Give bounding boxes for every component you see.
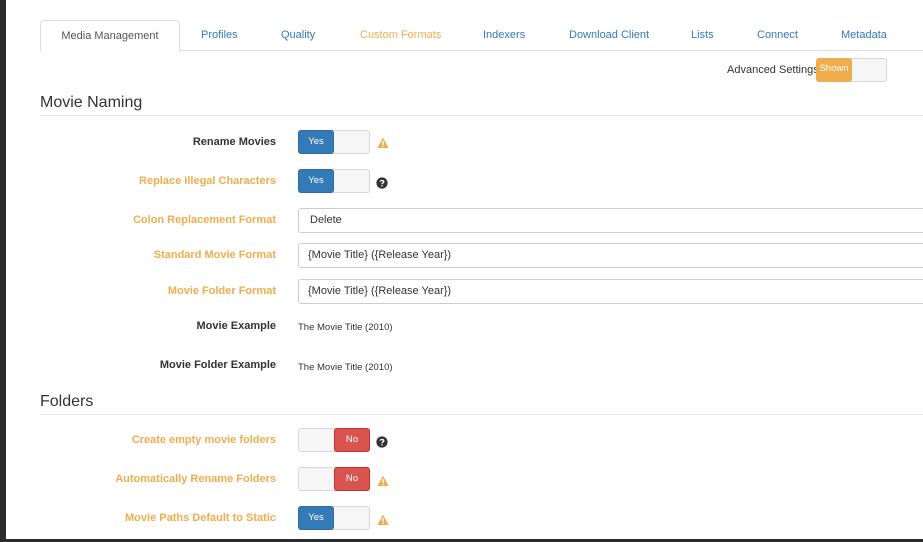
create-empty-folders-label: Create empty movie folders bbox=[131, 434, 276, 446]
movie-example-label: Movie Example bbox=[196, 320, 276, 332]
paths-default-static-label: Movie Paths Default to Static bbox=[125, 512, 276, 524]
section-divider bbox=[40, 115, 923, 116]
paths-default-static-toggle[interactable]: Yes bbox=[298, 506, 370, 530]
section-divider bbox=[40, 414, 923, 415]
tab-custom-formats[interactable]: Custom Formats bbox=[360, 20, 441, 51]
standard-movie-format-input[interactable]: {Movie Title} ({Release Year}) bbox=[298, 243, 923, 268]
tab-profiles[interactable]: Profiles bbox=[201, 20, 238, 51]
warning-icon[interactable] bbox=[377, 514, 389, 526]
section-title-folders: Folders bbox=[40, 393, 94, 410]
tab-quality[interactable]: Quality bbox=[281, 20, 315, 51]
replace-illegal-characters-label: Replace Illegal Characters bbox=[139, 175, 276, 187]
movie-folder-example-label: Movie Folder Example bbox=[159, 359, 276, 371]
advanced-settings-toggle[interactable]: Shown bbox=[816, 58, 887, 82]
warning-icon[interactable] bbox=[377, 137, 389, 149]
create-empty-folders-state: No bbox=[334, 428, 370, 452]
rename-movies-state: Yes bbox=[298, 130, 334, 154]
auto-rename-folders-label: Automatically Rename Folders bbox=[115, 473, 276, 485]
movie-folder-example-value: The Movie Title (2010) bbox=[298, 362, 393, 373]
tab-lists[interactable]: Lists bbox=[691, 20, 714, 51]
rename-movies-label: Rename Movies bbox=[192, 136, 276, 148]
create-empty-folders-toggle[interactable]: No bbox=[298, 428, 370, 452]
advanced-settings-label: Advanced Settings bbox=[727, 64, 819, 76]
rename-movies-toggle[interactable]: Yes bbox=[298, 130, 370, 154]
paths-default-static-state: Yes bbox=[298, 506, 334, 530]
auto-rename-folders-state: No bbox=[334, 467, 370, 491]
replace-illegal-characters-toggle[interactable]: Yes bbox=[298, 169, 370, 193]
tab-media-management[interactable]: Media Management bbox=[40, 20, 180, 52]
tab-metadata[interactable]: Metadata bbox=[841, 20, 887, 51]
auto-rename-folders-toggle[interactable]: No bbox=[298, 467, 370, 491]
movie-example-value: The Movie Title (2010) bbox=[298, 322, 393, 333]
advanced-settings-state: Shown bbox=[816, 58, 852, 82]
tab-indexers[interactable]: Indexers bbox=[483, 20, 525, 51]
movie-folder-format-label: Movie Folder Format bbox=[167, 285, 276, 297]
help-icon[interactable] bbox=[376, 436, 388, 448]
settings-panel: Media Management Profiles Quality Custom… bbox=[6, 0, 923, 539]
movie-folder-format-input[interactable]: {Movie Title} ({Release Year}) bbox=[298, 279, 923, 304]
replace-illegal-characters-state: Yes bbox=[298, 169, 334, 193]
standard-movie-format-label: Standard Movie Format bbox=[153, 249, 276, 261]
colon-replacement-select[interactable]: Delete bbox=[298, 208, 923, 233]
section-title-movie-naming: Movie Naming bbox=[40, 94, 143, 111]
tab-connect[interactable]: Connect bbox=[757, 20, 798, 51]
tab-download-client[interactable]: Download Client bbox=[569, 20, 649, 51]
warning-icon[interactable] bbox=[377, 475, 389, 487]
colon-replacement-format-label: Colon Replacement Format bbox=[132, 214, 276, 226]
help-icon[interactable] bbox=[376, 177, 388, 189]
settings-tabs: Media Management Profiles Quality Custom… bbox=[40, 20, 923, 52]
